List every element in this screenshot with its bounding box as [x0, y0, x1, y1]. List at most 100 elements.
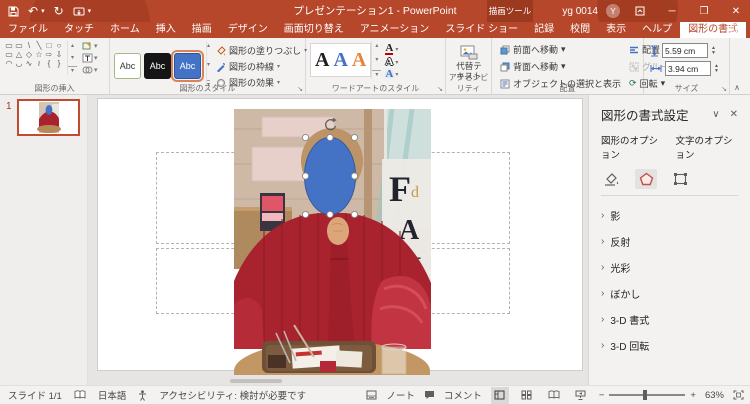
scrollbar-thumb[interactable]: [230, 379, 282, 383]
accessibility-status[interactable]: アクセシビリティ: 検討が必要です: [159, 388, 306, 402]
merge-shapes-button[interactable]: ▾: [82, 65, 98, 75]
height-spinner[interactable]: ▲ ▼: [711, 45, 716, 56]
minimize-button[interactable]: ─: [660, 0, 684, 22]
tab-file[interactable]: ファイル: [0, 22, 56, 38]
notes-icon[interactable]: [366, 390, 377, 400]
notes-label[interactable]: ノート: [386, 388, 415, 402]
close-button[interactable]: ✕: [724, 0, 748, 22]
wordart-option[interactable]: A: [315, 49, 329, 72]
slide[interactable]: F d A & I A: [97, 98, 583, 375]
tab-help[interactable]: ヘルプ: [634, 22, 680, 38]
user-name[interactable]: yg 0014: [562, 6, 598, 17]
collapse-ribbon-icon[interactable]: ∧: [734, 83, 740, 92]
tab-record[interactable]: 記録: [526, 22, 562, 38]
language-indicator[interactable]: 日本語: [98, 388, 127, 402]
pane-close-icon[interactable]: ✕: [730, 109, 738, 120]
text-box-button[interactable]: ▾: [82, 53, 98, 63]
shape-icon[interactable]: ▭: [4, 50, 14, 59]
section-glow[interactable]: › 光彩: [601, 254, 738, 280]
scroll-down-icon[interactable]: ▾: [372, 56, 381, 63]
gallery-more-icon[interactable]: ▾: [68, 66, 77, 74]
shape-icon[interactable]: \: [24, 41, 34, 50]
restore-button[interactable]: ❐: [692, 0, 716, 22]
shape-style-option[interactable]: Abc: [114, 53, 141, 79]
section-3d-rotation[interactable]: › 3-D 回転: [601, 332, 738, 358]
shape-fill-button[interactable]: 図形の塗りつぶし ▾: [216, 44, 307, 57]
comments-icon[interactable]: [424, 390, 435, 400]
width-spinner[interactable]: ▲ ▼: [714, 63, 719, 74]
tab-insert[interactable]: 挿入: [148, 22, 184, 38]
tab-home[interactable]: ホーム: [102, 22, 148, 38]
tab-design[interactable]: デザイン: [220, 22, 276, 38]
gallery-more-icon[interactable]: ▾: [372, 70, 382, 78]
shapes-gallery-scroll[interactable]: ▴ ▾ ▾: [67, 41, 77, 75]
shape-icon[interactable]: △: [14, 50, 24, 59]
spell-check-icon[interactable]: [74, 390, 86, 400]
send-backward-button[interactable]: 背面へ移動 ▾: [500, 60, 621, 73]
section-reflection[interactable]: › 反射: [601, 228, 738, 254]
wordart-option[interactable]: A: [352, 49, 366, 72]
ellipse-shape[interactable]: [304, 137, 356, 215]
zoom-level[interactable]: 63%: [705, 390, 724, 401]
shape-icon[interactable]: ≀: [34, 59, 44, 68]
normal-view-button[interactable]: [490, 386, 509, 404]
shape-outline-button[interactable]: 図形の枠線 ▾: [216, 60, 307, 73]
feedback-icon[interactable]: [730, 24, 742, 35]
section-shadow[interactable]: › 影: [601, 202, 738, 228]
slide-sorter-view-button[interactable]: [518, 387, 536, 404]
avatar[interactable]: Y: [606, 4, 620, 18]
shape-style-option-selected[interactable]: Abc: [171, 50, 204, 82]
zoom-out-icon[interactable]: −: [599, 390, 605, 401]
tab-view[interactable]: 表示: [598, 22, 634, 38]
shape-icon[interactable]: ⇩: [54, 50, 64, 59]
tell-me-box[interactable]: 何をしますか: [746, 22, 750, 38]
shape-height-input[interactable]: [662, 43, 708, 58]
tab-draw[interactable]: 描画: [184, 22, 220, 38]
shape-icon[interactable]: ▭: [4, 41, 14, 50]
tab-animations[interactable]: アニメーション: [352, 22, 438, 38]
edit-shape-button[interactable]: ▾: [82, 41, 98, 51]
wordart-scroll[interactable]: ▴ ▾ ▾: [371, 41, 382, 79]
fill-line-icon[interactable]: [601, 169, 623, 189]
shape-style-option[interactable]: Abc: [144, 53, 171, 79]
tab-slideshow[interactable]: スライド ショー: [437, 22, 526, 38]
rotation-handle[interactable]: [325, 117, 337, 131]
scroll-up-icon[interactable]: ▴: [68, 42, 77, 49]
horizontal-scrollbar[interactable]: [88, 378, 588, 384]
shape-icon[interactable]: {: [44, 59, 54, 68]
zoom-in-icon[interactable]: +: [690, 390, 696, 401]
size-properties-icon[interactable]: [669, 169, 691, 189]
section-soft-edges[interactable]: › ぼかし: [601, 280, 738, 306]
pane-options-chevron-icon[interactable]: ∨: [712, 109, 719, 120]
shape-icon[interactable]: ◡: [14, 59, 24, 68]
reading-view-button[interactable]: [545, 387, 563, 404]
text-outline-button[interactable]: A ▾: [385, 57, 398, 68]
slide-thumbnail[interactable]: [17, 99, 80, 136]
zoom-track[interactable]: [609, 390, 686, 400]
pane-tab-shape-options[interactable]: 図形のオプション: [601, 133, 664, 161]
comments-label[interactable]: コメント: [444, 388, 482, 402]
shape-icon[interactable]: ◠: [4, 59, 14, 68]
effects-pentagon-icon[interactable]: [635, 169, 657, 189]
shape-icon[interactable]: ◇: [24, 50, 34, 59]
shape-icon[interactable]: }: [54, 59, 64, 68]
shape-icon[interactable]: □: [44, 41, 54, 50]
ribbon-display-options-icon[interactable]: [628, 0, 652, 22]
shape-icon[interactable]: ⇨: [44, 50, 54, 59]
section-3d-format[interactable]: › 3-D 書式: [601, 306, 738, 332]
tab-review[interactable]: 校閲: [562, 22, 598, 38]
shape-icon[interactable]: ▭: [14, 41, 24, 50]
selected-ellipse-shape[interactable]: [302, 115, 358, 221]
tab-transitions[interactable]: 画面切り替え: [276, 22, 352, 38]
shape-icon[interactable]: ╲: [34, 41, 44, 50]
text-effects-button[interactable]: A ▾: [385, 69, 398, 80]
shape-icon[interactable]: ∿: [24, 59, 34, 68]
zoom-slider[interactable]: − +: [599, 390, 696, 401]
wordart-option[interactable]: A: [333, 49, 347, 72]
shape-icon[interactable]: ☆: [34, 50, 44, 59]
pane-tab-text-options[interactable]: 文字のオプション: [676, 133, 739, 161]
scroll-down-icon[interactable]: ▾: [68, 54, 77, 61]
tab-touch[interactable]: タッチ: [56, 22, 102, 38]
zoom-thumb[interactable]: [643, 390, 648, 400]
slideshow-view-button[interactable]: [572, 387, 590, 404]
